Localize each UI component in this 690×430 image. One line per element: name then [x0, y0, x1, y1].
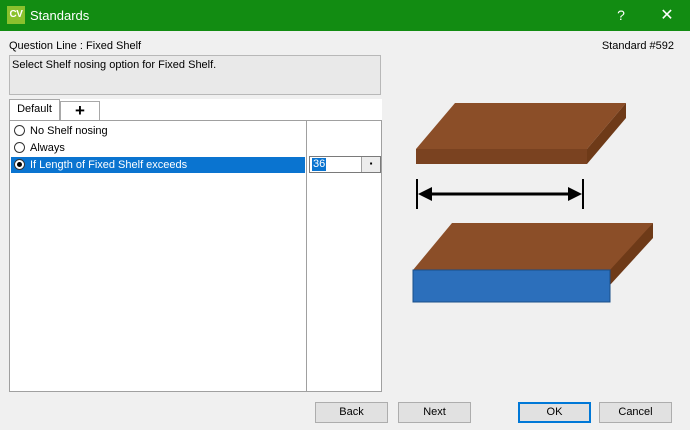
- shelf-nosing-illustration: [412, 103, 653, 303]
- window-title: Standards: [30, 8, 90, 23]
- tab-strip: Default +: [9, 99, 382, 120]
- next-button[interactable]: Next: [398, 402, 471, 423]
- title-bar: CV Standards ? ✕: [0, 0, 690, 31]
- column-divider: [306, 121, 307, 391]
- back-button[interactable]: Back: [315, 402, 388, 423]
- option-label: No Shelf nosing: [30, 125, 108, 137]
- option-always[interactable]: Always: [11, 140, 305, 156]
- nosing-strip: [412, 269, 611, 303]
- description-box: Select Shelf nosing option for Fixed She…: [9, 55, 381, 95]
- radio-no-shelf-nosing[interactable]: [14, 125, 25, 136]
- length-value-input[interactable]: 36 ▪: [309, 156, 381, 173]
- upper-shelf-front: [416, 149, 587, 164]
- arrowhead-right-icon: [568, 187, 582, 201]
- radio-if-length-exceeds[interactable]: [14, 159, 25, 170]
- option-no-shelf-nosing[interactable]: No Shelf nosing: [11, 123, 305, 139]
- app-logo-icon: CV: [7, 6, 25, 24]
- radio-always[interactable]: [14, 142, 25, 153]
- options-panel: No Shelf nosing Always If Length of Fixe…: [9, 120, 382, 392]
- tab-default[interactable]: Default: [9, 99, 60, 120]
- close-button[interactable]: ✕: [644, 0, 690, 31]
- option-label: Always: [30, 142, 65, 154]
- standard-number: Standard #592: [601, 40, 674, 52]
- option-if-length-exceeds[interactable]: If Length of Fixed Shelf exceeds: [11, 157, 305, 173]
- description-text: Select Shelf nosing option for Fixed She…: [12, 59, 217, 71]
- option-label: If Length of Fixed Shelf exceeds: [30, 159, 188, 171]
- help-button[interactable]: ?: [598, 0, 644, 31]
- add-tab-button[interactable]: +: [60, 101, 100, 120]
- cancel-button[interactable]: Cancel: [599, 402, 672, 423]
- ok-button[interactable]: OK: [518, 402, 591, 423]
- length-value-text: 36: [312, 158, 327, 171]
- question-line-label: Question Line : Fixed Shelf: [9, 40, 142, 52]
- dropdown-button[interactable]: ▪: [361, 157, 380, 172]
- arrowhead-left-icon: [418, 187, 432, 201]
